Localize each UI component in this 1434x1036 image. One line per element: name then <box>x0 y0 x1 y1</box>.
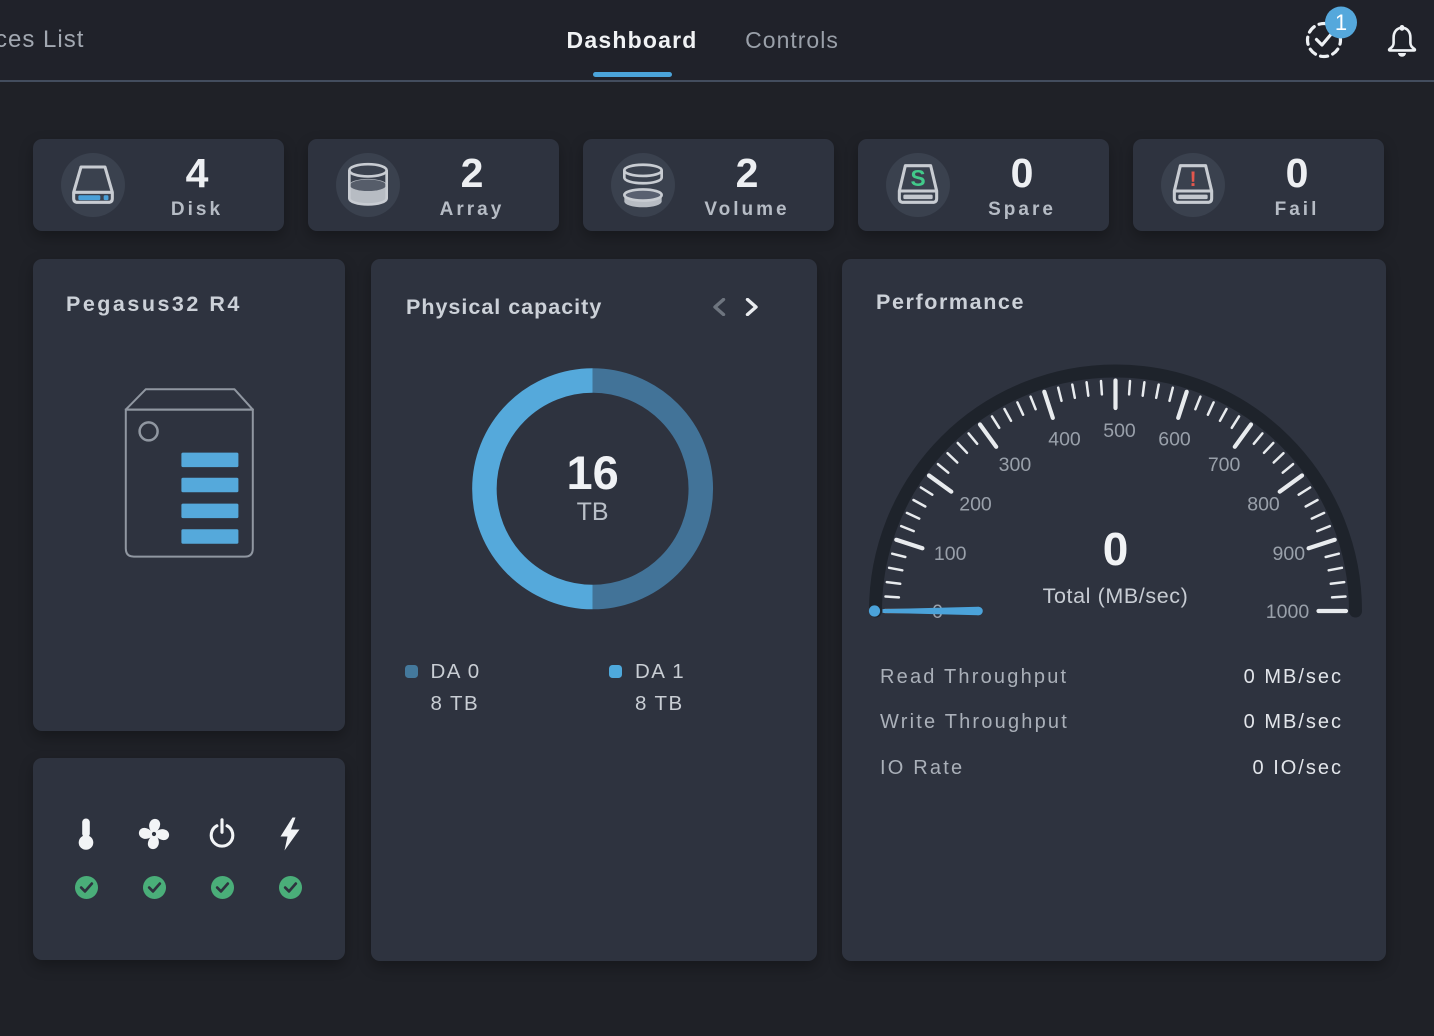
svg-text:!: ! <box>1189 167 1196 191</box>
svg-text:400: 400 <box>1048 429 1081 451</box>
svg-text:1: 1 <box>1335 10 1347 35</box>
svg-text:S: S <box>910 165 925 191</box>
svg-text:300: 300 <box>999 454 1032 476</box>
svg-text:700: 700 <box>1208 454 1241 476</box>
svg-text:600: 600 <box>1158 429 1191 451</box>
svg-text:500: 500 <box>1103 420 1136 442</box>
svg-text:200: 200 <box>959 493 992 515</box>
svg-text:800: 800 <box>1247 493 1280 515</box>
